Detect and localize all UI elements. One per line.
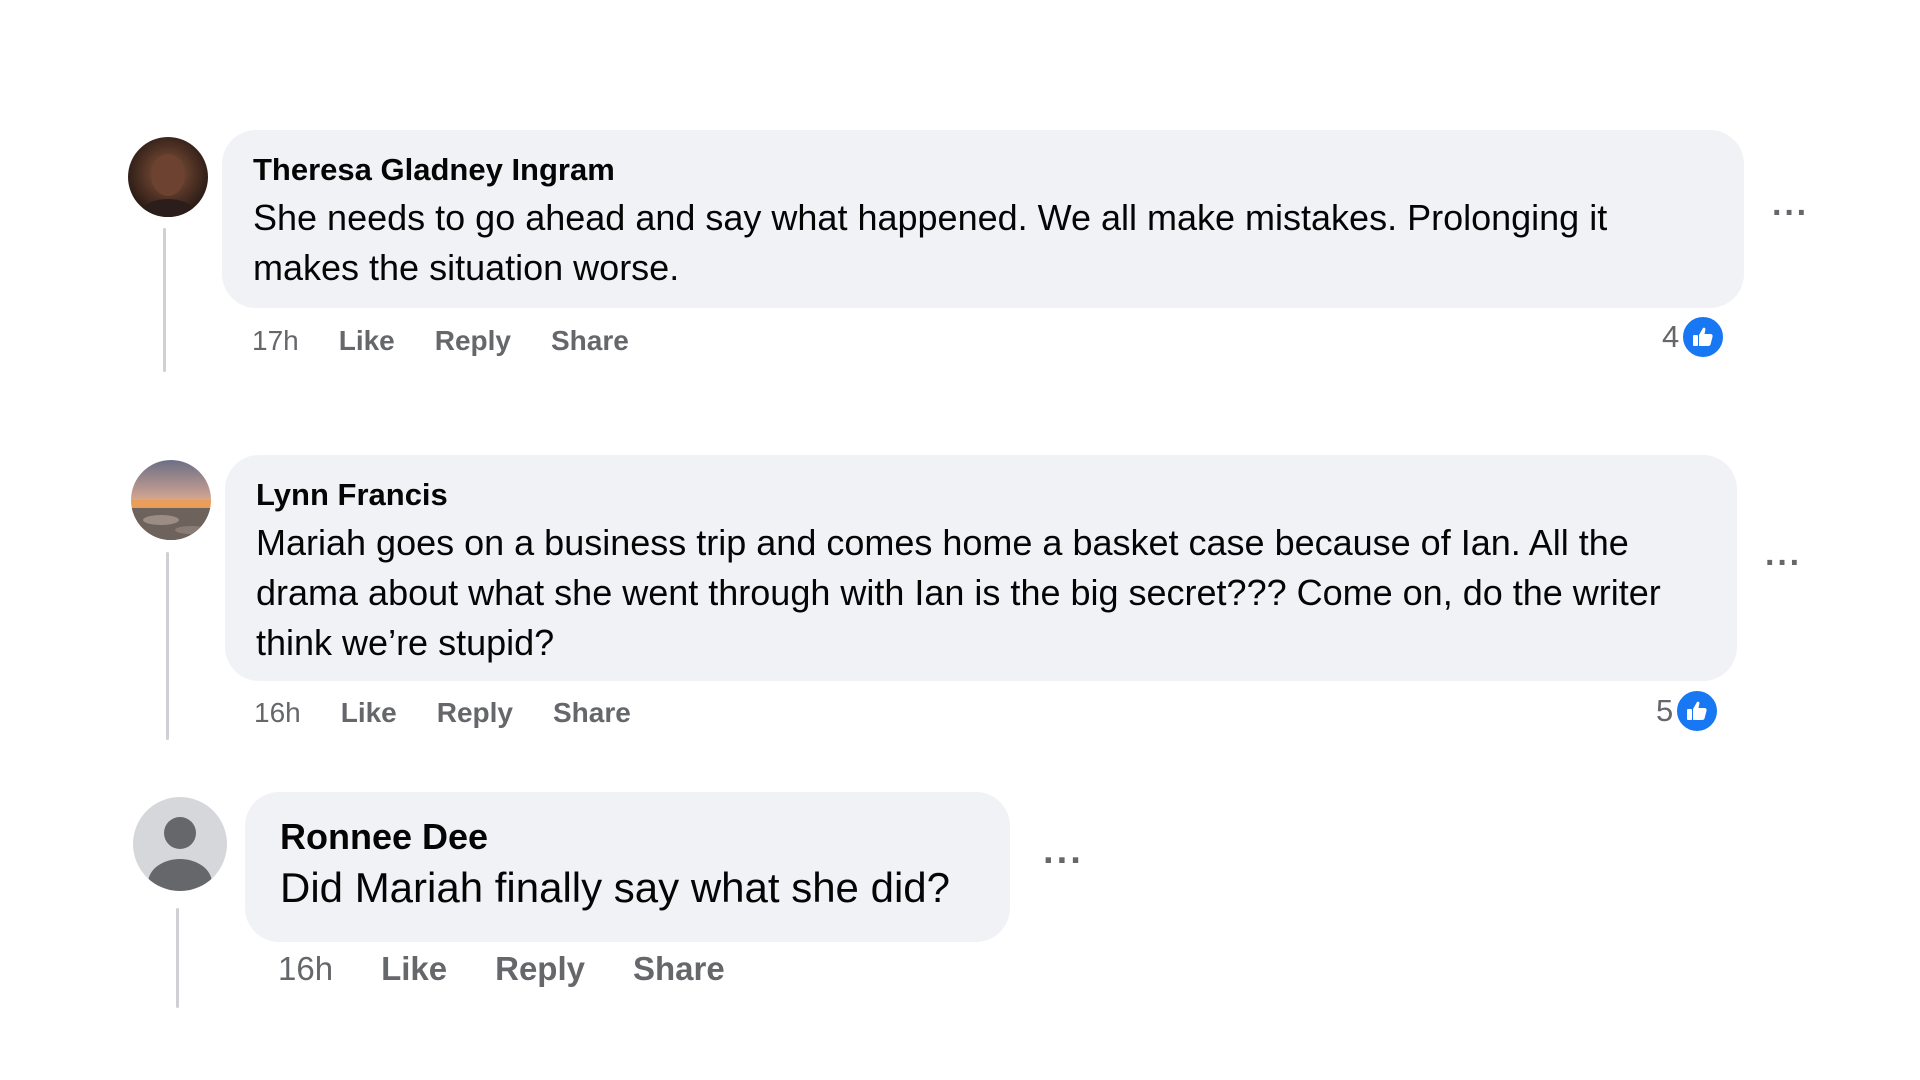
thread-line xyxy=(176,908,179,1008)
comment-timestamp[interactable]: 17h xyxy=(252,323,299,359)
like-reaction-icon xyxy=(1681,315,1726,359)
comment-actions: 16h Like Reply Share xyxy=(278,948,725,990)
reply-button[interactable]: Reply xyxy=(435,323,511,359)
comment-author[interactable]: Lynn Francis xyxy=(256,475,1709,515)
comment-bubble: Theresa Gladney Ingram She needs to go a… xyxy=(222,130,1744,308)
thread-line xyxy=(166,552,169,740)
avatar[interactable] xyxy=(128,137,208,217)
reply-button[interactable]: Reply xyxy=(437,695,513,731)
comment-text: She needs to go ahead and say what happe… xyxy=(253,197,1608,288)
comment-actions: 17h Like Reply Share xyxy=(252,323,629,359)
reaction-count: 5 xyxy=(1656,693,1674,728)
avatar[interactable] xyxy=(131,460,211,540)
profile-photo-icon xyxy=(128,137,208,217)
comment-text: Did Mariah finally say what she did? xyxy=(280,864,950,911)
comment-actions: 16h Like Reply Share xyxy=(254,695,631,731)
comment-author[interactable]: Ronnee Dee xyxy=(280,814,980,860)
share-button[interactable]: Share xyxy=(633,948,725,990)
reaction-summary[interactable]: 5 xyxy=(1656,689,1720,733)
more-options-button[interactable]: ··· xyxy=(1772,196,1809,230)
comment-bubble: Ronnee Dee Did Mariah finally say what s… xyxy=(245,792,1010,942)
like-button[interactable]: Like xyxy=(381,948,447,990)
like-reaction-icon xyxy=(1675,689,1720,733)
reply-button[interactable]: Reply xyxy=(495,948,585,990)
reaction-summary[interactable]: 4 xyxy=(1662,315,1726,359)
comment-bubble: Lynn Francis Mariah goes on a business t… xyxy=(225,455,1737,681)
like-button[interactable]: Like xyxy=(339,323,395,359)
like-button[interactable]: Like xyxy=(341,695,397,731)
comment-timestamp[interactable]: 16h xyxy=(254,695,301,731)
share-button[interactable]: Share xyxy=(553,695,631,731)
avatar[interactable] xyxy=(133,797,227,891)
thread-line xyxy=(163,228,166,372)
default-avatar-icon xyxy=(133,797,227,891)
more-options-button[interactable]: ··· xyxy=(1765,546,1802,580)
share-button[interactable]: Share xyxy=(551,323,629,359)
more-options-button[interactable]: ··· xyxy=(1043,842,1084,880)
sunset-photo-icon xyxy=(131,460,211,540)
reaction-count: 4 xyxy=(1662,319,1680,354)
comment-author[interactable]: Theresa Gladney Ingram xyxy=(253,150,1716,190)
comment-text: Mariah goes on a business trip and comes… xyxy=(256,522,1661,663)
comment-timestamp[interactable]: 16h xyxy=(278,948,333,990)
